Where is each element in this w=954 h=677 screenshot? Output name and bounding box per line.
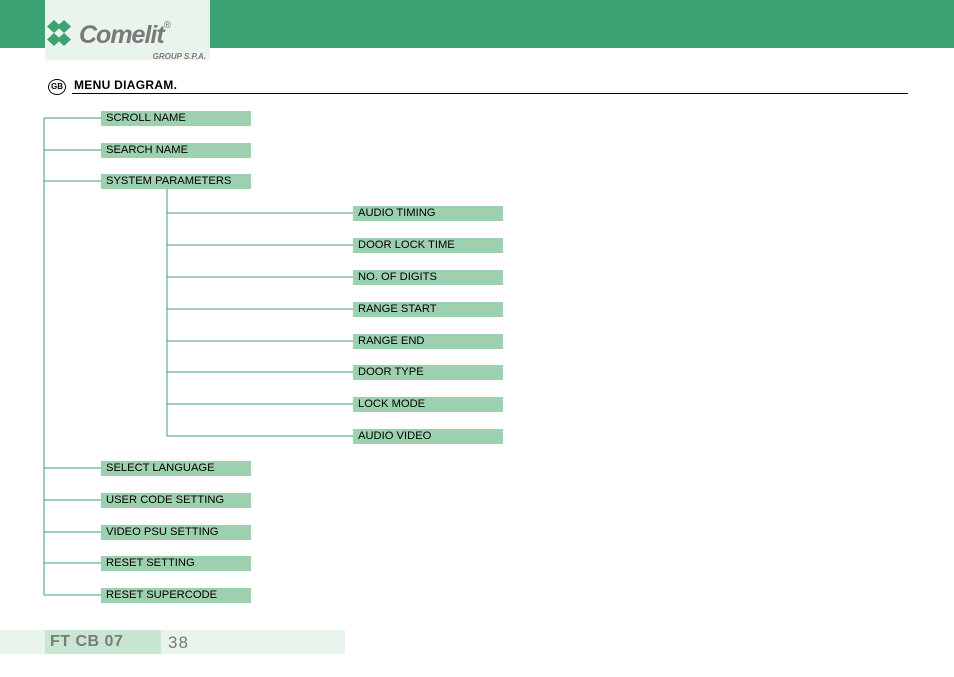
page-title: MENU DIAGRAM. — [74, 78, 177, 92]
menu-user-code-setting: USER CODE SETTING — [101, 493, 251, 508]
brand-name: Comelit — [79, 21, 164, 50]
menu-sp-door-type: DOOR TYPE — [353, 365, 503, 380]
menu-sp-door-lock-time: DOOR LOCK TIME — [353, 238, 503, 253]
menu-sp-audio-timing: AUDIO TIMING — [353, 206, 503, 221]
menu-video-psu-setting: VIDEO PSU SETTING — [101, 525, 251, 540]
menu-sp-range-start: RANGE START — [353, 302, 503, 317]
menu-reset-setting: RESET SETTING — [101, 556, 251, 571]
menu-sp-lock-mode: LOCK MODE — [353, 397, 503, 412]
menu-sp-audio-video: AUDIO VIDEO — [353, 429, 503, 444]
brand-logo: Comelit® GROUP S.P.A. — [47, 20, 211, 60]
registered-mark: ® — [164, 20, 171, 31]
menu-scroll-name: SCROLL NAME — [101, 111, 251, 126]
menu-sp-no-of-digits: NO. OF DIGITS — [353, 270, 503, 285]
menu-system-parameters: SYSTEM PARAMETERS — [101, 174, 251, 189]
logo-icon — [47, 20, 77, 51]
title-rule — [72, 93, 908, 94]
menu-sp-range-end: RANGE END — [353, 334, 503, 349]
footer-page-number: 38 — [168, 633, 189, 653]
footer-code: FT CB 07 — [50, 633, 123, 651]
menu-search-name: SEARCH NAME — [101, 143, 251, 158]
menu-select-language: SELECT LANGUAGE — [101, 461, 251, 476]
menu-reset-supercode: RESET SUPERCODE — [101, 588, 251, 603]
brand-subtitle: GROUP S.P.A. — [153, 52, 206, 61]
language-badge: GB — [48, 79, 66, 95]
